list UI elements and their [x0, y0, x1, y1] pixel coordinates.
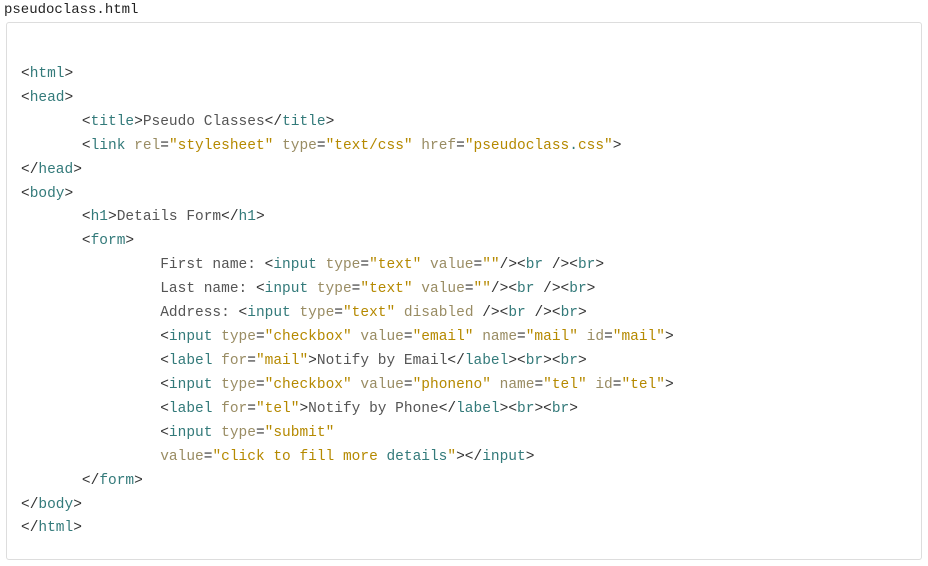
code-line: <head> [21, 90, 73, 106]
code-line: <label for="tel">Notify by Phone</label>… [21, 401, 578, 417]
code-viewer: <html> <head> <title>Pseudo Classes</tit… [6, 22, 922, 560]
code-line: <label for="mail">Notify by Email</label… [21, 353, 587, 369]
code-line: <input type="checkbox" value="email" nam… [21, 329, 674, 345]
code-line: </form> [21, 473, 143, 489]
code-line: </html> [21, 520, 82, 536]
code-line: Last name: <input type="text" value=""/>… [21, 281, 595, 297]
code-line: <input type="checkbox" value="phoneno" n… [21, 377, 674, 393]
code-line: <h1>Details Form</h1> [21, 209, 265, 225]
code-line: <form> [21, 233, 134, 249]
code-line: <input type="submit" [21, 425, 334, 441]
code-line: </body> [21, 497, 82, 513]
code-line: <html> [21, 66, 73, 82]
code-line: Address: <input type="text" disabled /><… [21, 305, 587, 321]
code-line: </head> [21, 162, 82, 178]
file-name-label: pseudoclass.html [0, 0, 928, 22]
code-line: First name: <input type="text" value=""/… [21, 257, 604, 273]
code-line: <body> [21, 186, 73, 202]
code-line: value="click to fill more details"></inp… [21, 449, 534, 465]
code-line: <title>Pseudo Classes</title> [21, 114, 334, 130]
code-line: <link rel="stylesheet" type="text/css" h… [21, 138, 621, 154]
